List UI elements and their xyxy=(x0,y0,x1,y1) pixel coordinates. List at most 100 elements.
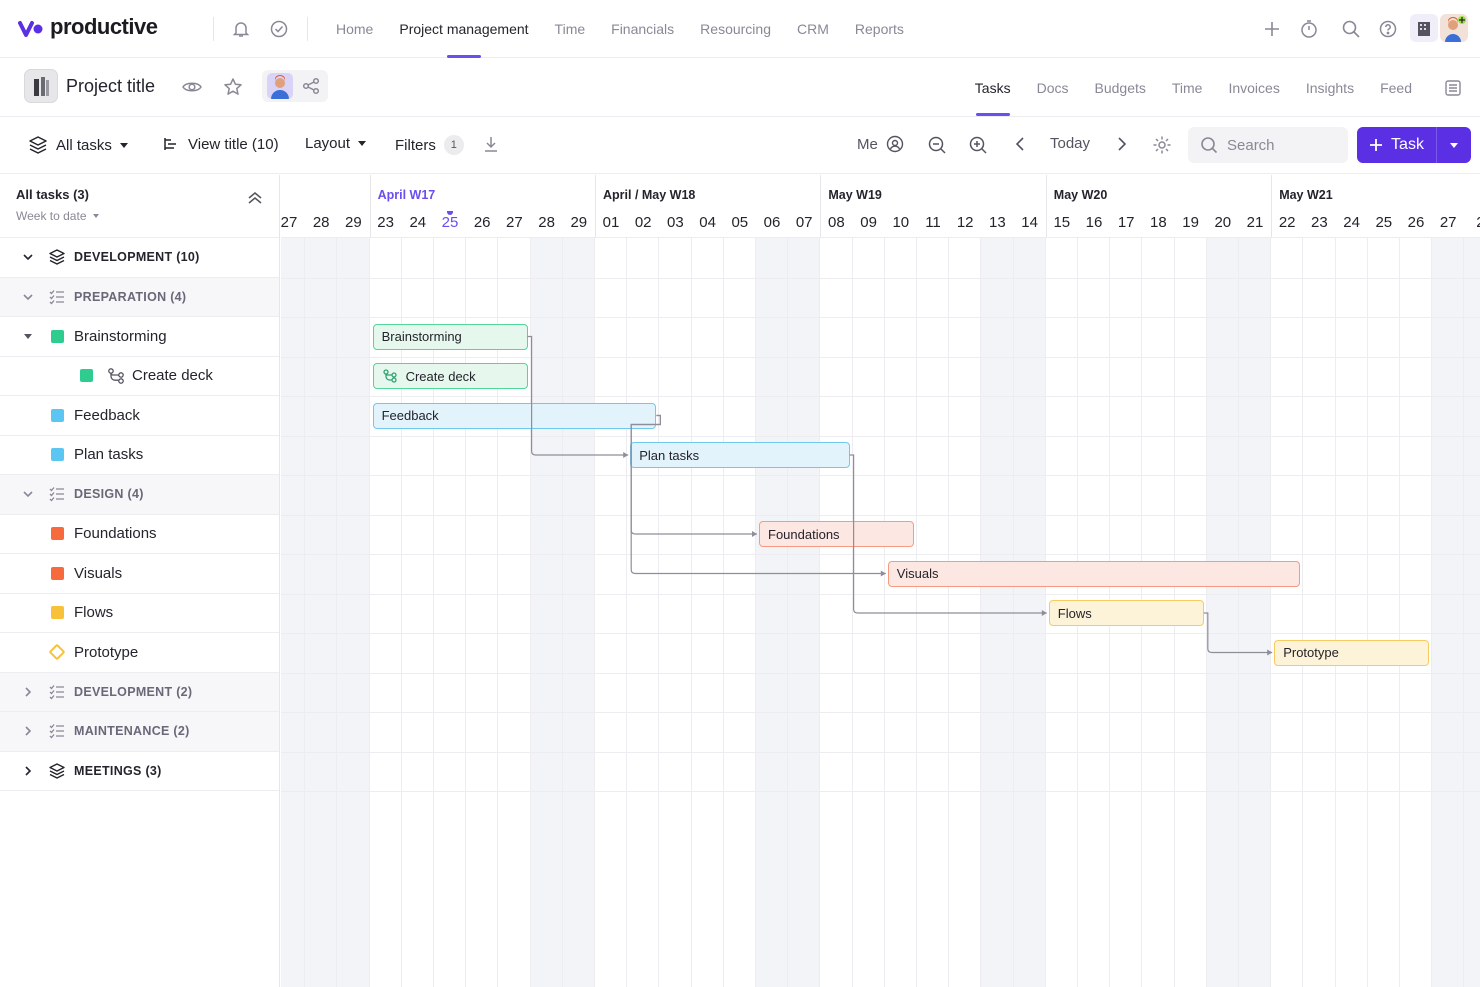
day-label: 29 xyxy=(570,214,588,231)
nav-reports[interactable]: Reports xyxy=(855,0,904,58)
day-label: 10 xyxy=(892,214,910,231)
gantt-grid: Brainstorming Create deck Feedback Plan tas… xyxy=(281,238,1480,987)
tab-tasks[interactable]: Tasks xyxy=(975,59,1011,116)
today-button[interactable]: Today xyxy=(1050,135,1090,152)
task-row[interactable]: Create deck xyxy=(0,357,279,396)
chevron-down-icon[interactable] xyxy=(22,251,34,263)
search-input[interactable]: Search xyxy=(1188,127,1348,163)
user-avatar[interactable] xyxy=(1440,14,1468,42)
day-label: 01 xyxy=(602,214,620,231)
app-logo[interactable]: productive xyxy=(18,14,158,40)
project-tabs: Tasks Docs Budgets Time Invoices Insight… xyxy=(949,59,1480,116)
chevron-down-icon[interactable] xyxy=(22,488,34,500)
tab-docs[interactable]: Docs xyxy=(1037,59,1069,116)
week-label: May W20 xyxy=(1053,188,1108,202)
task-row[interactable]: Visuals xyxy=(0,554,279,594)
group-row[interactable]: DESIGN (4) xyxy=(0,475,279,515)
search-placeholder: Search xyxy=(1227,136,1275,154)
group-row[interactable]: DEVELOPMENT (2) xyxy=(0,672,279,712)
export-icon[interactable] xyxy=(482,135,500,153)
task-color-square xyxy=(51,448,64,462)
tab-time[interactable]: Time xyxy=(1172,59,1203,116)
nav-resourcing[interactable]: Resourcing xyxy=(700,0,771,58)
filters-label: Filters xyxy=(395,136,436,154)
tab-invoices[interactable]: Invoices xyxy=(1228,59,1279,116)
group-row[interactable]: MAINTENANCE (2) xyxy=(0,712,279,752)
day-label: 27 xyxy=(506,214,523,231)
chevron-down-icon[interactable] xyxy=(22,291,34,303)
tab-insights[interactable]: Insights xyxy=(1306,59,1354,116)
eye-icon[interactable] xyxy=(180,75,204,99)
day-label: 09 xyxy=(860,214,877,231)
dependency-arrow xyxy=(880,570,886,577)
nav-financials[interactable]: Financials xyxy=(611,0,674,58)
plus-icon[interactable] xyxy=(1260,17,1284,41)
nav-time[interactable]: Time xyxy=(555,0,586,58)
task-color-square xyxy=(51,408,64,422)
timer-icon[interactable] xyxy=(1297,17,1321,41)
side-panel-icon[interactable] xyxy=(1444,79,1462,97)
all-tasks-dropdown[interactable]: All tasks xyxy=(28,135,128,155)
chevron-right-icon[interactable] xyxy=(22,765,34,777)
task-row[interactable]: Feedback xyxy=(0,396,279,436)
date-range-label: Week to date xyxy=(16,209,87,223)
group-row[interactable]: MEETINGS (3) xyxy=(0,752,279,791)
chevron-right-icon[interactable] xyxy=(22,686,34,698)
task-color-square xyxy=(80,369,93,383)
add-task-dropdown[interactable] xyxy=(1437,127,1471,163)
nav-crm[interactable]: CRM xyxy=(797,0,829,58)
day-label: 18 xyxy=(1150,214,1167,231)
group-row[interactable]: PREPARATION (4) xyxy=(0,277,279,317)
search-icon[interactable] xyxy=(1339,17,1363,41)
check-circle-icon[interactable] xyxy=(267,17,291,41)
collapse-all-icon[interactable] xyxy=(246,189,264,210)
zoom-in-icon[interactable] xyxy=(968,135,988,155)
group-row[interactable]: DEVELOPMENT (10) xyxy=(0,238,279,278)
chevron-right-icon[interactable] xyxy=(1115,135,1129,153)
task-row[interactable]: Brainstorming xyxy=(0,317,279,357)
nav-project-management[interactable]: Project management xyxy=(399,0,529,58)
bell-icon[interactable] xyxy=(229,17,253,41)
user-circle-icon xyxy=(886,135,904,153)
week-header: April W17 April / May W18 May W19 May W20 Ma… xyxy=(281,175,1480,238)
organization-icon[interactable] xyxy=(1410,14,1438,42)
chevron-left-icon[interactable] xyxy=(1013,135,1027,153)
group-label: MAINTENANCE (2) xyxy=(74,724,190,739)
zoom-out-icon[interactable] xyxy=(927,135,947,155)
add-task-button[interactable]: Task xyxy=(1357,127,1437,163)
task-row[interactable]: Foundations xyxy=(0,515,279,554)
star-icon[interactable] xyxy=(221,75,245,99)
date-range-dropdown[interactable]: Week to date xyxy=(16,209,99,223)
task-row[interactable]: Plan tasks xyxy=(0,436,279,475)
tab-feed[interactable]: Feed xyxy=(1380,59,1412,116)
share-icon[interactable] xyxy=(299,74,323,98)
main-nav: Home Project management Time Financials … xyxy=(336,0,930,58)
nav-home[interactable]: Home xyxy=(336,0,373,58)
help-icon[interactable] xyxy=(1376,17,1400,41)
tab-budgets[interactable]: Budgets xyxy=(1095,59,1146,116)
me-filter-button[interactable]: Me xyxy=(857,135,904,153)
member-avatar[interactable] xyxy=(267,73,293,99)
task-list-icon xyxy=(48,722,66,740)
project-icon xyxy=(24,69,58,103)
day-label: 07 xyxy=(795,214,813,231)
filters-button[interactable]: Filters 1 xyxy=(395,135,464,155)
layers-icon xyxy=(48,248,66,266)
milestone-diamond-icon xyxy=(48,643,66,661)
dependency-arrow xyxy=(752,531,757,537)
caret-down-icon[interactable] xyxy=(24,333,32,339)
layout-label: Layout xyxy=(305,135,351,152)
day-label: 16 xyxy=(1085,214,1103,231)
chevron-down-icon xyxy=(358,141,367,146)
today-day-label: 25 xyxy=(434,211,466,231)
subtask-icon xyxy=(107,367,125,385)
task-row[interactable]: Prototype xyxy=(0,633,279,673)
settings-gear-icon[interactable] xyxy=(1152,135,1172,155)
chevron-right-icon[interactable] xyxy=(22,725,34,737)
day-label: 21 xyxy=(1246,214,1264,231)
task-row[interactable]: Flows xyxy=(0,594,279,633)
layout-dropdown[interactable]: Layout xyxy=(305,135,367,152)
plus-icon xyxy=(1370,139,1383,151)
task-label: Visuals xyxy=(74,564,123,582)
view-title-button[interactable]: View title (10) xyxy=(162,135,279,153)
